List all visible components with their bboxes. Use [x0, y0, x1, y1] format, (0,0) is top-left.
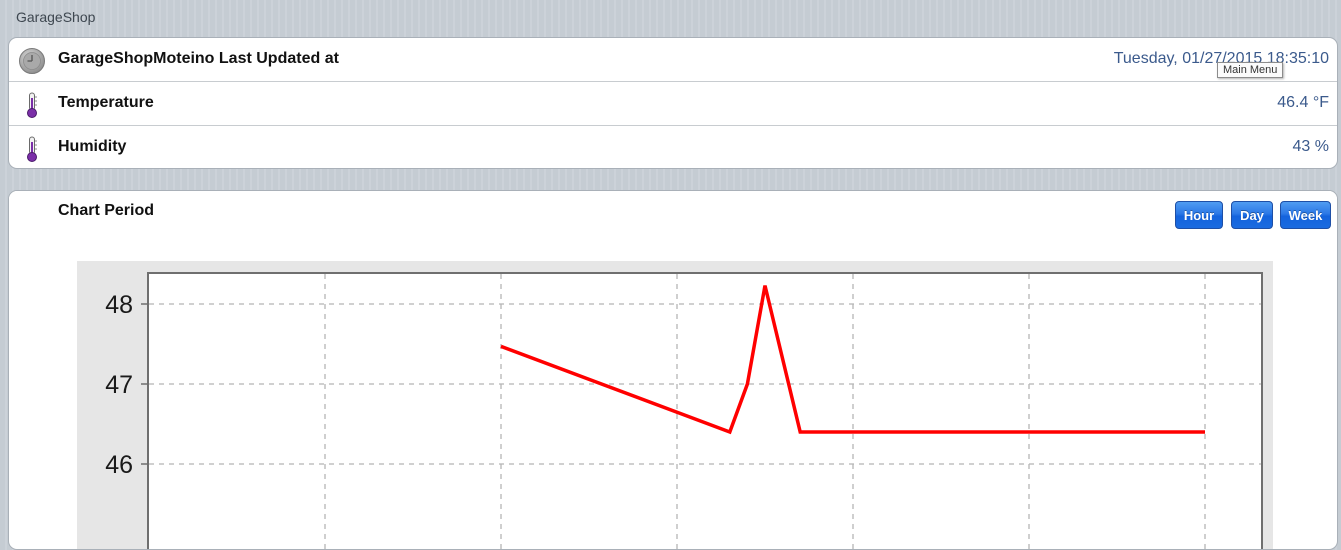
humidity-label: Humidity	[58, 138, 127, 155]
status-panel: GarageShopMoteino Last Updated at Tuesda…	[8, 37, 1338, 169]
chart-panel: Chart Period Hour Day Week 48 47 46	[8, 190, 1338, 550]
temperature-value: 46.4 °F	[1277, 94, 1329, 111]
main-menu-tooltip: Main Menu	[1217, 62, 1284, 78]
chart-period-header: Chart Period Hour Day Week	[9, 191, 1337, 235]
temperature-chart: 48 47 46	[77, 261, 1273, 549]
title-bar: GarageShop	[0, 0, 1341, 36]
y-tick-label: 46	[105, 451, 133, 479]
plot-area	[147, 272, 1263, 549]
temperature-label: Temperature	[58, 94, 154, 111]
thermometer-icon	[27, 136, 37, 162]
last-updated-label: GarageShopMoteino Last Updated at	[58, 50, 339, 67]
chart-period-label: Chart Period	[58, 202, 155, 219]
thermometer-icon	[27, 92, 37, 118]
day-button[interactable]: Day	[1231, 201, 1273, 229]
humidity-row: Humidity 43 %	[9, 126, 1337, 168]
week-button[interactable]: Week	[1280, 201, 1331, 229]
temperature-row: Temperature 46.4 °F	[9, 82, 1337, 126]
clock-icon	[19, 48, 45, 74]
y-tick-label: 48	[105, 291, 133, 319]
hour-button[interactable]: Hour	[1175, 201, 1223, 229]
y-tick-label: 47	[105, 371, 133, 399]
app-title: GarageShop	[16, 9, 96, 25]
last-updated-row: GarageShopMoteino Last Updated at Tuesda…	[9, 38, 1337, 82]
humidity-value: 43 %	[1292, 138, 1329, 155]
